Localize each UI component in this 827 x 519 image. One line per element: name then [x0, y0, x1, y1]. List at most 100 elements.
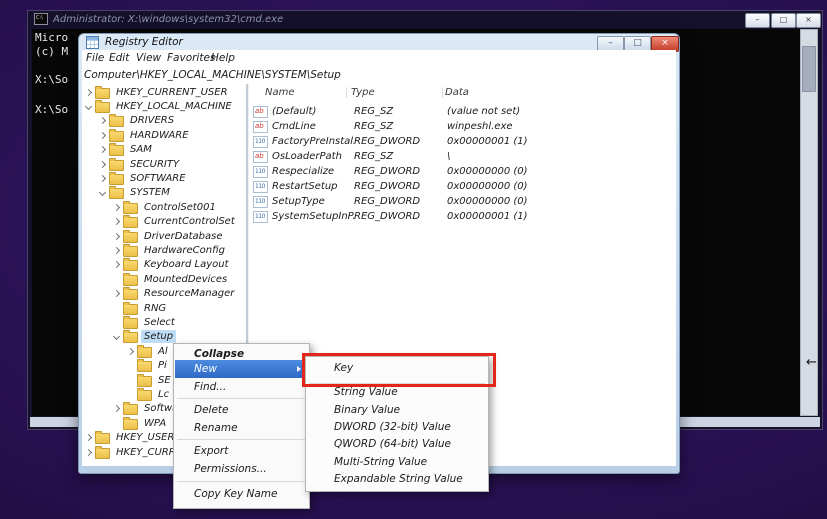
chevron-right-icon[interactable] — [98, 145, 107, 154]
console-line: Micro — [35, 31, 68, 44]
column-divider[interactable] — [442, 87, 443, 98]
cmd-scrollbar-thumb[interactable] — [802, 46, 816, 92]
folder-icon — [109, 116, 124, 127]
submenu-qword-value[interactable]: QWORD (64-bit) Value — [307, 436, 487, 453]
tree-item-currentcontrolset[interactable]: CurrentControlSet — [82, 215, 246, 229]
folder-icon — [109, 188, 124, 199]
cmd-maximize-button[interactable]: □ — [771, 13, 796, 28]
tree-item-mounteddevices[interactable]: MountedDevices — [82, 272, 246, 286]
cmd-window-title: Administrator: X:\windows\system32\cmd.e… — [53, 14, 283, 25]
value-row[interactable]: RestartSetupREG_DWORD0x00000000 (0) — [249, 179, 676, 194]
context-menu-delete[interactable]: Delete — [175, 401, 308, 419]
column-header-data[interactable]: Data — [445, 85, 469, 100]
chevron-down-icon[interactable] — [112, 332, 121, 341]
column-divider[interactable] — [346, 87, 347, 98]
chevron-right-icon[interactable] — [126, 347, 135, 356]
dword-value-icon — [253, 181, 268, 193]
chevron-right-icon[interactable] — [84, 88, 93, 97]
chevron-right-icon[interactable] — [112, 232, 121, 241]
regedit-window-title: Registry Editor — [105, 36, 183, 48]
menu-help[interactable]: Help — [209, 50, 237, 67]
console-line: X:\So — [35, 103, 68, 116]
console-line: X:\So — [35, 73, 68, 86]
tree-item-rng[interactable]: RNG — [82, 301, 246, 315]
string-value-icon — [253, 121, 268, 133]
chevron-none — [112, 275, 121, 284]
column-header-type[interactable]: Type — [351, 85, 375, 100]
regedit-address-bar[interactable]: Computer\HKEY_LOCAL_MACHINE\SYSTEM\Setup — [82, 67, 676, 85]
cmd-prompt-icon — [34, 13, 48, 25]
folder-icon — [95, 433, 110, 444]
tree-item-system[interactable]: SYSTEM — [82, 186, 246, 200]
chevron-right-icon[interactable] — [112, 404, 121, 413]
string-value-icon — [253, 151, 268, 163]
folder-icon — [123, 289, 138, 300]
tree-item-driverdatabase[interactable]: DriverDatabase — [82, 229, 246, 243]
desktop: Administrator: X:\windows\system32\cmd.e… — [0, 0, 827, 519]
folder-icon — [123, 318, 138, 329]
value-row[interactable]: CmdLineREG_SZwinpeshl.exe — [249, 119, 676, 134]
chevron-right-icon[interactable] — [112, 289, 121, 298]
submenu-dword-value[interactable]: DWORD (32-bit) Value — [307, 419, 487, 436]
folder-icon — [95, 448, 110, 459]
cmd-minimize-button[interactable]: – — [745, 13, 770, 28]
value-row[interactable]: SystemSetupInP...REG_DWORD0x00000001 (1) — [249, 209, 676, 224]
tree-item-hkey-current-user[interactable]: HKEY_CURRENT_USER — [82, 85, 246, 99]
chevron-right-icon[interactable] — [112, 217, 121, 226]
folder-icon — [123, 217, 138, 228]
chevron-down-icon[interactable] — [98, 188, 107, 197]
submenu-expandable-string-value[interactable]: Expandable String Value — [307, 471, 487, 488]
tree-item-sam[interactable]: SAM — [82, 143, 246, 157]
tree-item-resourcemanager[interactable]: ResourceManager — [82, 287, 246, 301]
folder-icon — [137, 347, 152, 358]
chevron-right-icon[interactable] — [84, 433, 93, 442]
chevron-right-icon[interactable] — [84, 448, 93, 457]
column-header-name[interactable]: Name — [265, 85, 295, 100]
context-menu-find[interactable]: Find... — [175, 378, 308, 396]
tree-item-security[interactable]: SECURITY — [82, 157, 246, 171]
tree-item-select[interactable]: Select — [82, 315, 246, 329]
menu-edit[interactable]: Edit — [107, 50, 131, 67]
menu-file[interactable]: File — [84, 50, 106, 67]
chevron-down-icon[interactable] — [84, 102, 93, 111]
chevron-right-icon[interactable] — [98, 131, 107, 140]
cmd-titlebar[interactable]: Administrator: X:\windows\system32\cmd.e… — [28, 11, 822, 27]
chevron-right-icon[interactable] — [98, 116, 107, 125]
folder-icon — [123, 332, 138, 343]
chevron-right-icon[interactable] — [112, 246, 121, 255]
cmd-close-button[interactable]: × — [796, 13, 821, 28]
regedit-titlebar[interactable]: Registry Editor — [79, 34, 679, 50]
folder-icon — [109, 145, 124, 156]
context-menu-permissions[interactable]: Permissions... — [175, 460, 308, 478]
menu-view[interactable]: View — [134, 50, 163, 67]
tree-item-hardwareconfig[interactable]: HardwareConfig — [82, 243, 246, 257]
submenu-binary-value[interactable]: Binary Value — [307, 402, 487, 419]
registry-path: Computer\HKEY_LOCAL_MACHINE\SYSTEM\Setup — [84, 67, 341, 83]
context-menu-rename[interactable]: Rename — [175, 419, 308, 437]
context-menu-new[interactable]: New — [175, 360, 308, 378]
chevron-right-icon[interactable] — [112, 203, 121, 212]
tree-item-keyboard-layout[interactable]: Keyboard Layout — [82, 258, 246, 272]
tree-item-controlset001[interactable]: ControlSet001 — [82, 200, 246, 214]
folder-icon — [95, 88, 110, 99]
dword-value-icon — [253, 196, 268, 208]
chevron-right-icon[interactable] — [112, 260, 121, 269]
tree-item-hkey-local-machine[interactable]: HKEY_LOCAL_MACHINE — [82, 99, 246, 113]
tree-item-hardware[interactable]: HARDWARE — [82, 128, 246, 142]
context-menu-export[interactable]: Export — [175, 442, 308, 460]
chevron-none — [112, 419, 121, 428]
chevron-none — [126, 376, 135, 385]
context-menu-copy-key-name[interactable]: Copy Key Name — [175, 485, 308, 503]
value-row[interactable]: RespecializeREG_DWORD0x00000000 (0) — [249, 164, 676, 179]
tree-item-drivers[interactable]: DRIVERS — [82, 114, 246, 128]
value-row[interactable]: (Default)REG_SZ(value not set) — [249, 104, 676, 119]
folder-icon — [123, 275, 138, 286]
value-row[interactable]: OsLoaderPathREG_SZ\ — [249, 149, 676, 164]
tree-item-software[interactable]: SOFTWARE — [82, 171, 246, 185]
value-row[interactable]: FactoryPreInstall...REG_DWORD0x00000001 … — [249, 134, 676, 149]
chevron-right-icon[interactable] — [98, 160, 107, 169]
value-row[interactable]: SetupTypeREG_DWORD0x00000000 (0) — [249, 194, 676, 209]
submenu-multi-string-value[interactable]: Multi-String Value — [307, 454, 487, 471]
folder-icon — [109, 160, 124, 171]
chevron-right-icon[interactable] — [98, 174, 107, 183]
